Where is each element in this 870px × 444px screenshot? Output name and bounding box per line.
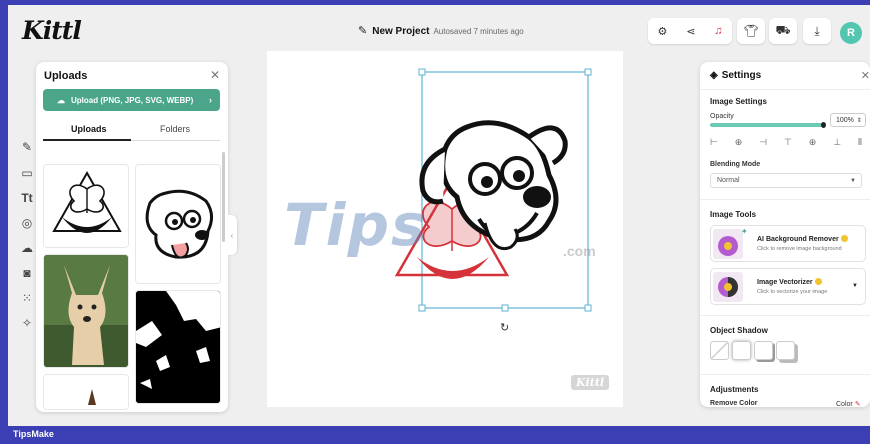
collapse-panel-handle[interactable]: ‹ (227, 215, 237, 255)
upload-cloud-icon[interactable]: ☁ (20, 241, 34, 255)
sparkle-icon: ✦ (741, 227, 748, 236)
close-icon[interactable]: ✕ (210, 68, 220, 82)
edit-icon[interactable]: ✎ (20, 140, 34, 154)
upload-thumb-dog-photo[interactable] (43, 254, 129, 368)
tab-uploads[interactable]: Uploads (71, 124, 107, 134)
coin-icon (814, 278, 822, 285)
upload-thumb-partial[interactable] (43, 374, 129, 410)
project-title[interactable]: ✎ New Project Autosaved 7 minutes ago (358, 24, 524, 37)
chevron-down-icon[interactable]: ▼ (852, 283, 858, 289)
watermark-domain: .com (563, 243, 596, 259)
cloud-upload-icon: ☁ (57, 95, 65, 105)
shadow-options (710, 341, 795, 360)
project-name[interactable]: New Project (372, 26, 429, 37)
tool-desc: Click to vectorize your image (757, 289, 828, 295)
app-window: Kittl ✎ New Project Autosaved 7 minutes ag… (8, 0, 870, 426)
shadow-drop-option[interactable] (754, 341, 773, 360)
distribute-icon[interactable]: ⦀ (858, 137, 862, 148)
settings-panel: ◈ Settings ✕ Image Settings Opacity 100% ⇕… (700, 62, 870, 407)
tool-desc: Click to remove image background (757, 246, 842, 252)
slider-knob[interactable] (821, 122, 826, 128)
gear-icon[interactable]: ⚙ (657, 25, 667, 38)
flower-thumb (713, 272, 743, 302)
align-center-h-icon[interactable]: ⊕ (735, 137, 743, 148)
share-icon[interactable]: ⋖ (686, 25, 695, 38)
grid-icon[interactable]: ⁙ (20, 291, 34, 305)
upload-thumb-dog[interactable] (135, 164, 221, 284)
camera-icon[interactable]: ◙ (20, 266, 34, 280)
settings-title-text: Settings (721, 70, 762, 81)
shadow-none-option[interactable] (710, 341, 729, 360)
shadow-long-option[interactable] (776, 341, 795, 360)
image-vectorizer[interactable]: Image Vectorizer Click to vectorize your… (710, 268, 866, 305)
text-icon[interactable]: Tt (20, 191, 34, 205)
toolbar-group: ⚙ ⋖ ♫ (648, 18, 732, 44)
footer-label: TipsMake (13, 429, 54, 439)
tool-name: AI Background Remover (757, 235, 848, 243)
divider (700, 315, 870, 316)
opacity-label: Opacity (710, 113, 734, 120)
divider (700, 89, 870, 90)
top-bar: Kittl ✎ New Project Autosaved 7 minutes ag… (8, 10, 870, 50)
upload-thumb-bw[interactable] (135, 290, 221, 404)
upload-thumb-butterfly[interactable] (43, 164, 129, 248)
upload-button-label: Upload (PNG, JPG, SVG, WEBP) (71, 95, 194, 105)
opacity-input[interactable]: 100% ⇕ (830, 113, 866, 127)
kittl-logo[interactable]: Kittl (22, 16, 82, 45)
align-middle-icon[interactable]: ⊕ (809, 137, 817, 148)
flower-thumb (713, 229, 743, 259)
layout-icon[interactable]: ▭ (20, 166, 34, 180)
opacity-value: 100% (836, 116, 854, 124)
truck-icon[interactable]: ⛟ (769, 18, 797, 44)
footer-bar: TipsMake (0, 426, 870, 444)
download-icon[interactable]: ⤓ (803, 18, 831, 44)
stepper-icon[interactable]: ⇕ (857, 117, 862, 124)
tab-folders[interactable]: Folders (160, 124, 190, 134)
opacity-slider[interactable] (710, 122, 826, 128)
sparkle-icon[interactable]: ✧ (20, 316, 34, 330)
blending-label: Blending Mode (710, 161, 761, 168)
pencil-icon: ✎ (358, 25, 368, 37)
color-label[interactable]: Color ✎ (836, 400, 861, 407)
shirt-icon[interactable]: 👕︎ (737, 18, 765, 44)
autosave-status: Autosaved 7 minutes ago (433, 27, 524, 36)
object-shadow-heading: Object Shadow (710, 326, 768, 335)
adjustments-heading: Adjustments (710, 385, 759, 394)
upload-button[interactable]: ☁ Upload (PNG, JPG, SVG, WEBP) › (43, 89, 220, 111)
align-bottom-icon[interactable]: ⊥ (833, 137, 841, 148)
paint-icon: ◈ (710, 70, 718, 81)
divider (700, 199, 870, 200)
canvas-kittl-badge: Kittl (571, 375, 610, 390)
uploads-tabs: Uploads Folders (43, 121, 220, 141)
tool-name: Image Vectorizer (757, 278, 822, 286)
rotate-icon[interactable]: ↻ (500, 321, 509, 334)
active-tab-indicator (43, 139, 131, 141)
coin-icon (840, 235, 848, 242)
image-settings-heading: Image Settings (710, 97, 767, 106)
chevron-right-icon: › (209, 95, 212, 105)
uploads-panel-title: Uploads (44, 70, 88, 82)
align-toolbar: ⊢ ⊕ ⊣ ⊤ ⊕ ⊥ ⦀ (710, 137, 862, 148)
bell-icon[interactable]: ♫ (714, 25, 722, 37)
blending-value: Normal (717, 177, 740, 184)
ai-background-remover[interactable]: ✦ AI Background Remover Click to remove … (710, 225, 866, 262)
settings-title: ◈ Settings (710, 70, 761, 81)
align-left-icon[interactable]: ⊢ (710, 137, 718, 148)
avatar[interactable]: R (840, 22, 862, 44)
image-tools-heading: Image Tools (710, 210, 757, 219)
shadow-glow-option[interactable] (732, 341, 751, 360)
shapes-icon[interactable]: ◎ (20, 216, 34, 230)
align-right-icon[interactable]: ⊣ (759, 137, 767, 148)
pencil-icon: ✎ (854, 401, 861, 407)
divider (700, 374, 870, 375)
remove-color-label: Remove Color (710, 400, 758, 407)
tipsmake-watermark: Tips (284, 191, 428, 259)
blending-select[interactable]: Normal ▼ (710, 173, 862, 188)
close-icon[interactable]: ✕ (861, 69, 870, 82)
uploads-scrollbar[interactable] (222, 152, 225, 242)
uploads-panel: Uploads ✕ ☁ Upload (PNG, JPG, SVG, WEBP)… (36, 62, 228, 412)
align-top-icon[interactable]: ⊤ (784, 137, 792, 148)
chevron-down-icon: ▼ (850, 177, 856, 184)
